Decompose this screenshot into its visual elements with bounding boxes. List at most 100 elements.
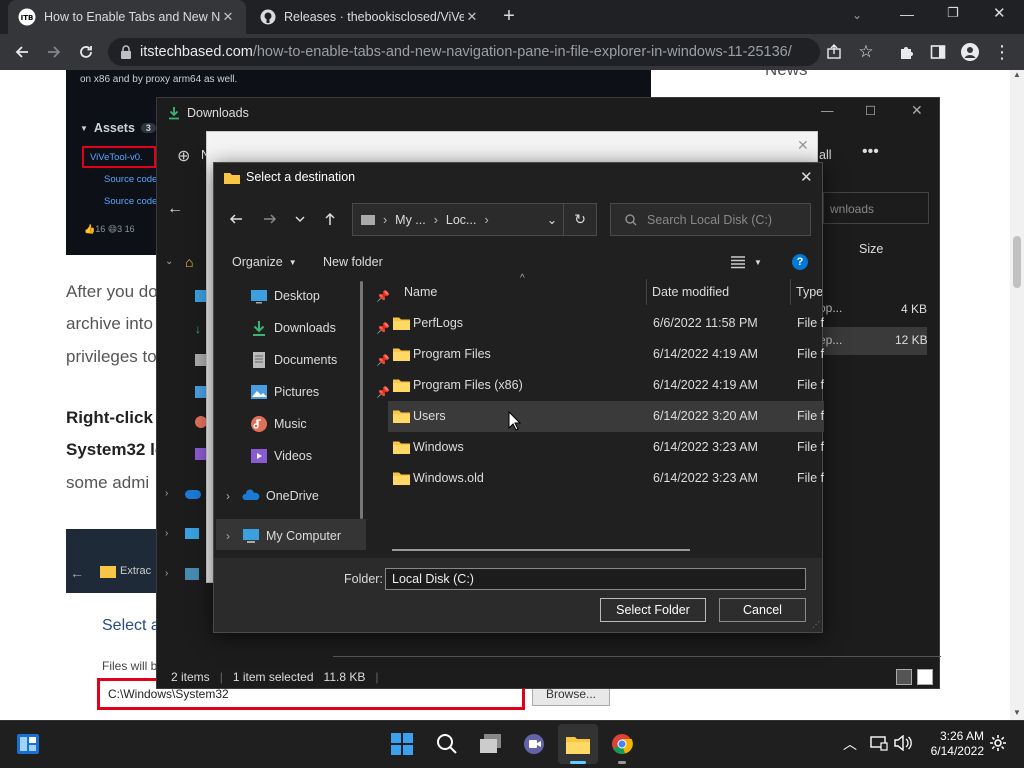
restore-icon[interactable]: ❐ <box>947 5 967 21</box>
horizontal-scrollbar-thumb[interactable] <box>392 549 690 551</box>
expand-chevron-icon[interactable]: › <box>226 489 230 503</box>
resize-grip-icon[interactable]: ⋰ <box>812 620 820 629</box>
address-dropdown-chevron-icon[interactable]: ⌄ <box>547 212 557 227</box>
explorer-search-box[interactable]: wnloads <box>823 192 929 224</box>
reload-icon[interactable] <box>70 36 102 68</box>
column-header-type[interactable]: Type <box>796 279 822 305</box>
menu-kebab-icon[interactable]: ⋮ <box>986 36 1018 68</box>
refresh-icon[interactable]: ↻ <box>574 211 586 228</box>
system-clock[interactable]: 3:26 AM 6/14/2022 <box>922 729 984 759</box>
file-row[interactable]: Users 6/14/2022 3:20 AM File fo <box>388 401 824 432</box>
column-header-name[interactable]: Name <box>404 279 437 305</box>
tab-search-chevron-icon[interactable]: ⌄ <box>852 8 862 22</box>
expand-chevron-icon[interactable]: › <box>165 528 168 539</box>
tab-inactive[interactable]: Releases · thebookisclosed/ViVe ✕ <box>250 0 490 34</box>
assets-heading[interactable]: ▼ Assets 3 <box>80 121 156 135</box>
scroll-down-icon[interactable]: ▼ <box>1013 708 1021 717</box>
more-icon[interactable]: ••• <box>862 143 879 161</box>
dialog-search-box[interactable]: Search Local Disk (C:) <box>610 203 811 236</box>
folder-icon <box>100 566 116 578</box>
home-icon[interactable]: ⌂ <box>185 254 193 270</box>
select-all-label[interactable]: all <box>819 148 832 162</box>
volume-icon[interactable] <box>893 735 913 751</box>
forward-icon[interactable] <box>38 36 70 68</box>
cancel-button[interactable]: Cancel <box>719 598 806 622</box>
close-icon[interactable]: ✕ <box>800 168 813 186</box>
expand-chevron-icon[interactable]: › <box>165 568 168 579</box>
teams-chat-icon[interactable] <box>514 724 554 764</box>
nav-item-desktop[interactable]: Desktop 📌 <box>250 280 390 312</box>
file-row[interactable]: Program Files (x86) 6/14/2022 4:19 AM File… <box>388 370 824 401</box>
select-folder-button[interactable]: Select Folder <box>600 598 706 622</box>
details-view-icon[interactable] <box>896 669 912 685</box>
chevron-down-icon[interactable]: ⌄ <box>165 256 173 267</box>
nav-pane-scrollbar[interactable] <box>360 281 363 519</box>
file-explorer-taskbar-icon[interactable] <box>558 724 598 764</box>
close-icon[interactable]: ✕ <box>911 102 923 119</box>
start-windows-icon[interactable] <box>382 724 422 764</box>
back-icon[interactable]: ← <box>167 200 183 218</box>
tab-close-icon[interactable]: ✕ <box>464 9 480 25</box>
network-icon[interactable] <box>870 735 888 751</box>
address-breadcrumb[interactable]: › My ... › Loc... › ⌄ ↻ <box>352 203 597 236</box>
file-row[interactable]: Program Files 6/14/2022 4:19 AM File fo <box>388 339 824 370</box>
folder-input[interactable]: Local Disk (C:) <box>385 568 806 590</box>
minimize-icon[interactable]: — <box>900 6 920 22</box>
asset-link[interactable]: ViVeTool-v0. <box>90 152 143 163</box>
back-icon[interactable] <box>222 207 250 231</box>
help-icon[interactable]: ? <box>792 254 808 270</box>
expand-chevron-icon[interactable]: › <box>226 529 230 543</box>
size-column-header[interactable]: Size <box>859 242 883 256</box>
tab-close-icon[interactable]: ✕ <box>220 9 236 25</box>
nav-item-pictures[interactable]: Pictures 📌 <box>250 376 390 408</box>
task-view-icon[interactable] <box>471 724 511 764</box>
tiles-view-icon[interactable] <box>917 669 933 685</box>
file-row[interactable]: Windows 6/14/2022 3:23 AM File fo <box>388 432 824 463</box>
minimize-icon[interactable]: — <box>821 104 834 118</box>
extensions-puzzle-icon[interactable] <box>890 36 922 68</box>
new-folder-button[interactable]: New folder <box>323 247 383 277</box>
nav-item-videos[interactable]: Videos <box>250 440 390 472</box>
reactions-row[interactable]: 👍16 😄3 16 <box>84 224 135 235</box>
new-plus-icon[interactable]: ⊕ <box>177 146 190 166</box>
close-icon[interactable]: ✕ <box>797 137 809 154</box>
share-icon[interactable] <box>818 36 850 68</box>
breadcrumb-item[interactable]: My ... <box>395 213 426 227</box>
asset-link[interactable]: Source code <box>104 174 157 185</box>
column-header-date-modified[interactable]: Date modified <box>652 279 729 305</box>
scroll-up-icon[interactable]: ▲ <box>1013 70 1021 79</box>
tab-active[interactable]: ITB How to Enable Tabs and New Navigatio… <box>8 0 246 34</box>
nav-item-my-computer[interactable]: My Computer <box>242 520 382 552</box>
nav-item-music[interactable]: Music <box>250 408 390 440</box>
back-icon[interactable] <box>6 36 38 68</box>
organize-button[interactable]: Organize ▼ <box>232 247 297 277</box>
expand-chevron-icon[interactable]: › <box>165 488 168 499</box>
forward-icon[interactable] <box>256 207 284 231</box>
chrome-icon[interactable] <box>602 724 642 764</box>
profile-avatar-icon[interactable] <box>954 36 986 68</box>
asset-link[interactable]: Source code <box>104 196 157 207</box>
file-row[interactable]: PerfLogs 6/6/2022 11:58 PM File fo <box>388 308 824 339</box>
scrollbar-thumb[interactable] <box>1013 236 1021 288</box>
maximize-icon[interactable]: ☐ <box>865 103 876 118</box>
tab-title: Releases · thebookisclosed/ViVe <box>284 10 464 24</box>
side-panel-icon[interactable] <box>922 36 954 68</box>
new-tab-button[interactable]: + <box>497 5 521 29</box>
nav-item-label: Documents <box>274 353 338 367</box>
file-row[interactable]: Windows.old 6/14/2022 3:23 AM File fo <box>388 463 824 494</box>
view-options-button[interactable]: ▼ <box>730 247 762 277</box>
show-hidden-icons-chevron-icon[interactable]: ︿ <box>843 734 857 754</box>
notification-settings-icon[interactable] <box>989 734 1007 752</box>
address-bar[interactable]: itstechbased.com/how-to-enable-tabs-and-… <box>108 38 820 66</box>
recent-locations-chevron-icon[interactable] <box>286 207 314 231</box>
nav-item-documents[interactable]: Documents 📌 <box>250 344 390 376</box>
page-scrollbar[interactable]: ▲ ▼ <box>1010 70 1024 720</box>
widgets-icon[interactable] <box>8 724 48 764</box>
up-arrow-icon[interactable] <box>316 207 344 231</box>
close-window-icon[interactable]: ✕ <box>993 4 1013 22</box>
search-icon[interactable] <box>427 724 467 764</box>
bookmark-star-icon[interactable]: ☆ <box>850 36 882 68</box>
breadcrumb-item[interactable]: Loc... <box>446 213 477 227</box>
nav-item-downloads[interactable]: Downloads 📌 <box>250 312 390 344</box>
file-type: File fo <box>797 409 824 423</box>
